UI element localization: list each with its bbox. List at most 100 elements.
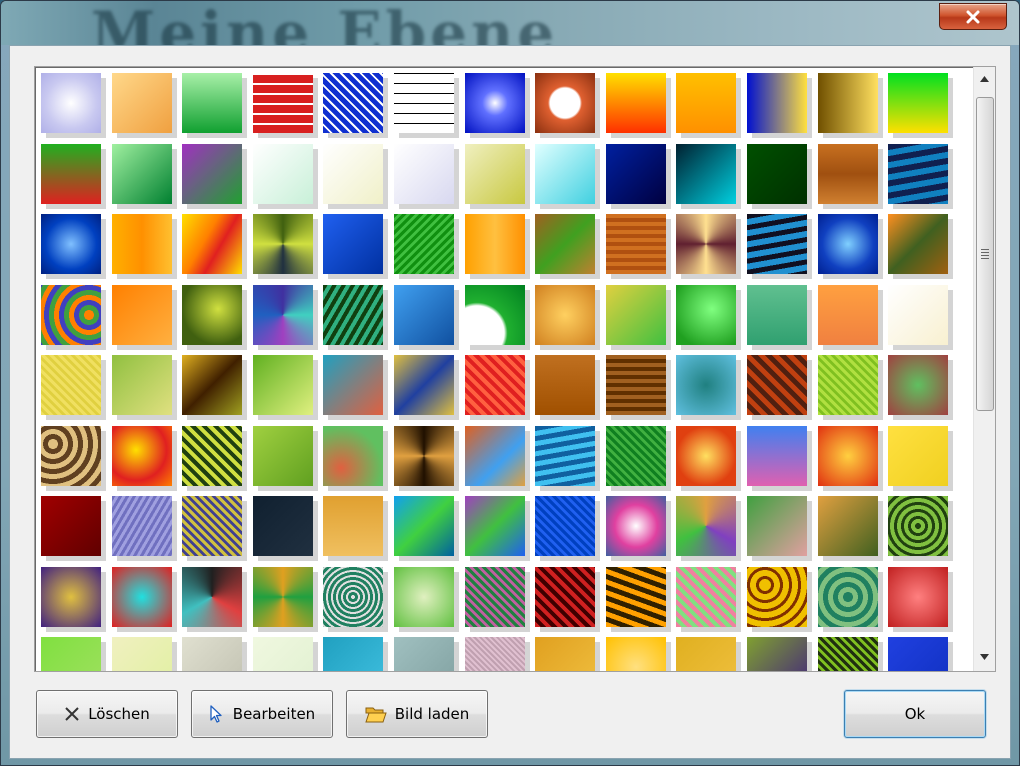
texture-tile[interactable] <box>394 144 454 204</box>
texture-tile[interactable] <box>676 214 736 274</box>
texture-tile[interactable] <box>182 214 242 274</box>
texture-tile[interactable] <box>112 637 172 671</box>
texture-tile[interactable] <box>465 567 525 627</box>
texture-tile[interactable] <box>112 355 172 415</box>
texture-tile[interactable] <box>606 214 666 274</box>
texture-tile[interactable] <box>394 73 454 133</box>
scroll-down-button[interactable] <box>974 647 995 667</box>
texture-tile[interactable] <box>323 214 383 274</box>
texture-tile[interactable] <box>465 144 525 204</box>
texture-tile[interactable] <box>465 355 525 415</box>
texture-tile[interactable] <box>182 567 242 627</box>
texture-tile[interactable] <box>323 73 383 133</box>
texture-tile[interactable] <box>606 496 666 556</box>
vertical-scrollbar[interactable] <box>973 67 995 671</box>
texture-tile[interactable] <box>41 144 101 204</box>
texture-tile[interactable] <box>394 637 454 671</box>
texture-tile[interactable] <box>888 73 948 133</box>
texture-tile[interactable] <box>253 144 313 204</box>
texture-tile[interactable] <box>112 496 172 556</box>
texture-list[interactable] <box>34 66 996 672</box>
delete-button[interactable]: Löschen <box>36 690 178 738</box>
texture-tile[interactable] <box>535 496 595 556</box>
texture-tile[interactable] <box>323 637 383 671</box>
texture-tile[interactable] <box>41 355 101 415</box>
texture-tile[interactable] <box>606 285 666 345</box>
texture-tile[interactable] <box>888 496 948 556</box>
texture-tile[interactable] <box>676 355 736 415</box>
texture-tile[interactable] <box>676 496 736 556</box>
texture-tile[interactable] <box>676 285 736 345</box>
texture-tile[interactable] <box>818 637 878 671</box>
texture-tile[interactable] <box>465 214 525 274</box>
texture-tile[interactable] <box>818 285 878 345</box>
texture-tile[interactable] <box>253 637 313 671</box>
texture-tile[interactable] <box>253 496 313 556</box>
texture-tile[interactable] <box>818 426 878 486</box>
texture-tile[interactable] <box>182 285 242 345</box>
texture-tile[interactable] <box>253 426 313 486</box>
texture-tile[interactable] <box>747 637 807 671</box>
texture-tile[interactable] <box>112 567 172 627</box>
texture-tile[interactable] <box>182 144 242 204</box>
texture-tile[interactable] <box>112 144 172 204</box>
texture-tile[interactable] <box>818 214 878 274</box>
texture-tile[interactable] <box>41 637 101 671</box>
texture-tile[interactable] <box>253 285 313 345</box>
texture-tile[interactable] <box>676 144 736 204</box>
texture-tile[interactable] <box>818 355 878 415</box>
texture-tile[interactable] <box>182 496 242 556</box>
texture-tile[interactable] <box>818 496 878 556</box>
texture-tile[interactable] <box>323 144 383 204</box>
texture-tile[interactable] <box>676 426 736 486</box>
texture-tile[interactable] <box>818 567 878 627</box>
texture-tile[interactable] <box>253 73 313 133</box>
texture-tile[interactable] <box>253 214 313 274</box>
texture-tile[interactable] <box>747 73 807 133</box>
texture-tile[interactable] <box>747 426 807 486</box>
texture-tile[interactable] <box>41 73 101 133</box>
texture-tile[interactable] <box>323 567 383 627</box>
texture-tile[interactable] <box>606 144 666 204</box>
texture-tile[interactable] <box>41 567 101 627</box>
texture-tile[interactable] <box>535 285 595 345</box>
texture-tile[interactable] <box>606 637 666 671</box>
texture-tile[interactable] <box>535 426 595 486</box>
texture-tile[interactable] <box>394 496 454 556</box>
scroll-up-button[interactable] <box>974 69 995 89</box>
texture-tile[interactable] <box>41 214 101 274</box>
texture-tile[interactable] <box>888 355 948 415</box>
texture-tile[interactable] <box>888 567 948 627</box>
edit-button[interactable]: Bearbeiten <box>191 690 333 738</box>
texture-tile[interactable] <box>41 285 101 345</box>
texture-tile[interactable] <box>606 426 666 486</box>
texture-tile[interactable] <box>535 637 595 671</box>
texture-tile[interactable] <box>182 73 242 133</box>
texture-tile[interactable] <box>676 73 736 133</box>
texture-tile[interactable] <box>535 355 595 415</box>
load-image-button[interactable]: Bild laden <box>346 690 488 738</box>
texture-tile[interactable] <box>888 285 948 345</box>
texture-tile[interactable] <box>112 426 172 486</box>
texture-tile[interactable] <box>535 567 595 627</box>
texture-tile[interactable] <box>182 637 242 671</box>
texture-tile[interactable] <box>818 73 878 133</box>
texture-tile[interactable] <box>112 73 172 133</box>
texture-tile[interactable] <box>465 637 525 671</box>
texture-tile[interactable] <box>535 73 595 133</box>
texture-tile[interactable] <box>394 426 454 486</box>
texture-tile[interactable] <box>182 426 242 486</box>
texture-tile[interactable] <box>323 355 383 415</box>
texture-tile[interactable] <box>888 144 948 204</box>
texture-tile[interactable] <box>747 285 807 345</box>
texture-tile[interactable] <box>112 285 172 345</box>
texture-tile[interactable] <box>465 73 525 133</box>
texture-tile[interactable] <box>394 285 454 345</box>
texture-tile[interactable] <box>394 214 454 274</box>
texture-tile[interactable] <box>253 355 313 415</box>
texture-tile[interactable] <box>818 144 878 204</box>
texture-tile[interactable] <box>323 285 383 345</box>
title-bar[interactable]: Meine Ebene <box>1 1 1019 45</box>
texture-tile[interactable] <box>182 355 242 415</box>
texture-tile[interactable] <box>747 567 807 627</box>
